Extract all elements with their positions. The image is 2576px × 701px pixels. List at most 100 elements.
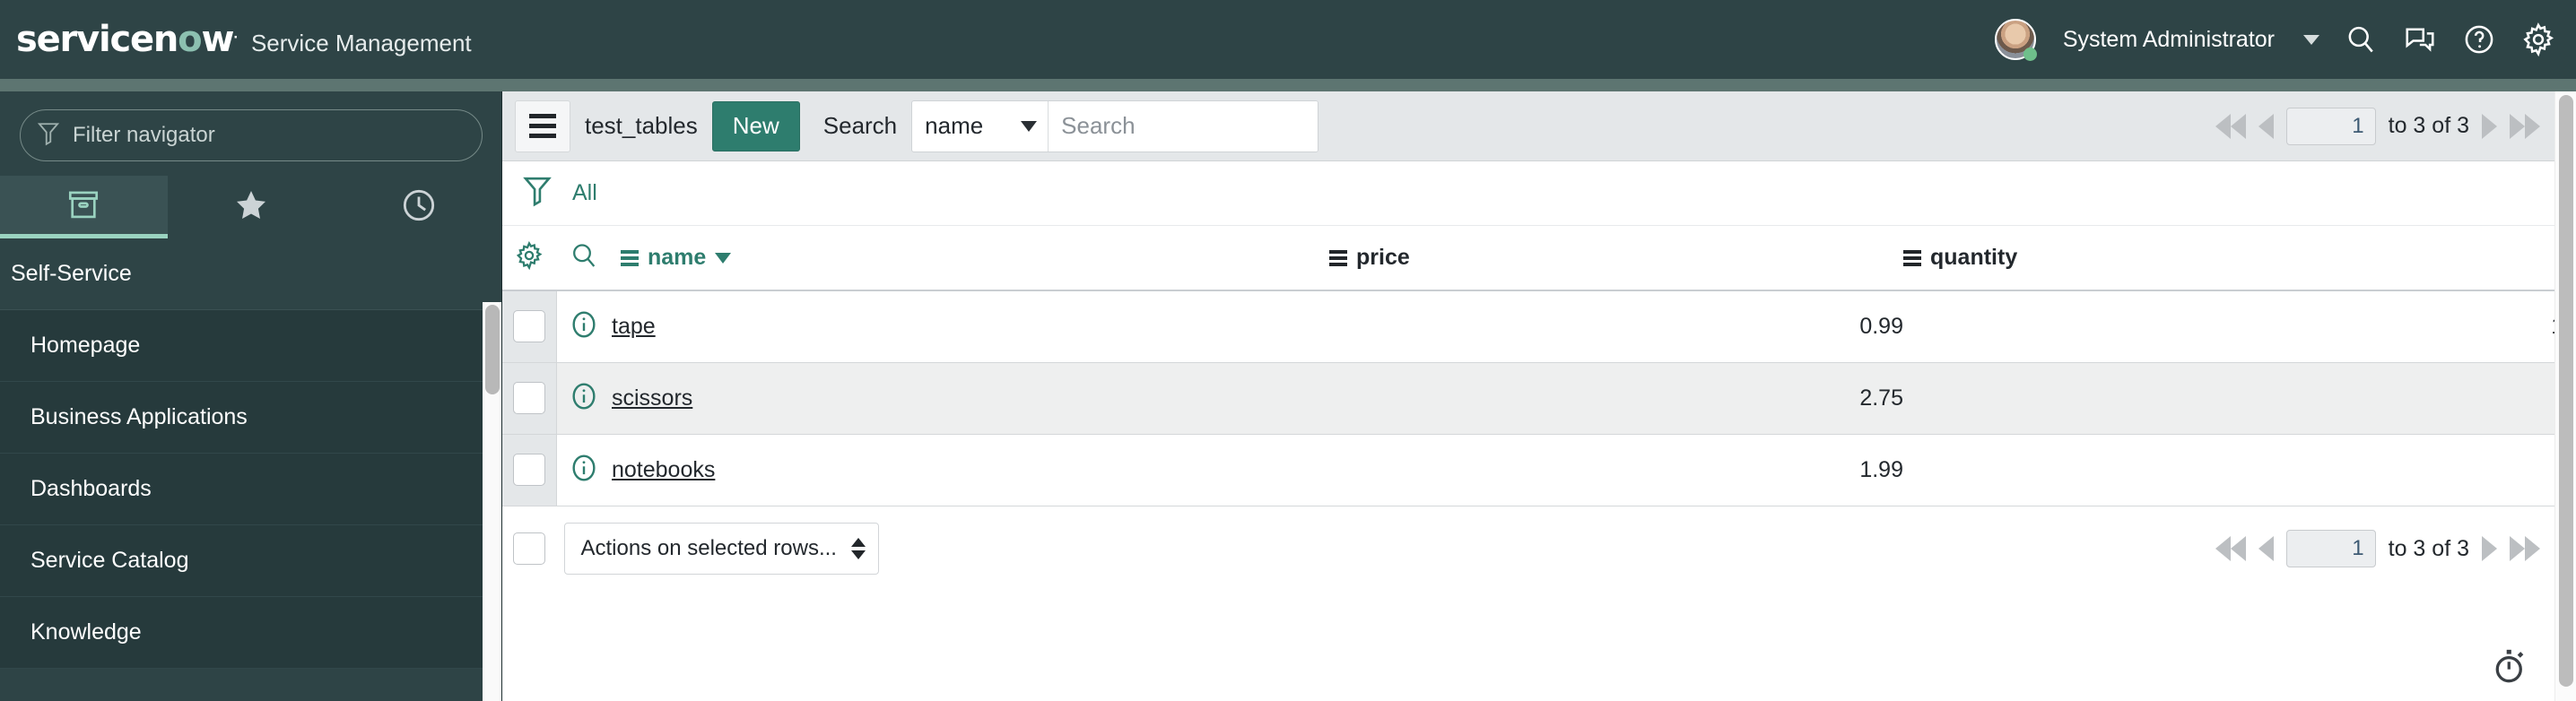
sidebar-item-business-applications[interactable]: Business Applications — [0, 382, 502, 454]
row-checkbox[interactable] — [512, 310, 545, 343]
next-page-button[interactable] — [2482, 113, 2497, 139]
info-icon[interactable] — [569, 382, 599, 415]
column-header-name[interactable]: name — [612, 226, 1329, 291]
history-tab[interactable] — [335, 176, 502, 238]
logo-text-o: o — [178, 19, 202, 60]
actions-on-selected-rows-select[interactable]: Actions on selected rows... — [563, 523, 879, 576]
brand[interactable]: servicenow. Service Management — [16, 22, 472, 57]
column-header-quantity[interactable]: quantity — [1903, 226, 2576, 291]
records-table: name price quantity tape 0.99 scissors 2… — [502, 226, 2576, 592]
chevron-down-icon — [1021, 120, 1038, 132]
previous-page-button[interactable] — [2258, 113, 2274, 139]
row-select-cell — [502, 290, 557, 363]
select-all-checkbox[interactable] — [512, 532, 545, 566]
spinner-arrows-icon — [850, 538, 866, 560]
page-number-input[interactable] — [2285, 107, 2376, 145]
gear-icon[interactable] — [2520, 22, 2556, 57]
hamburger-line — [529, 134, 556, 138]
row-checkbox[interactable] — [512, 454, 545, 486]
logo-text-part1: servicen — [16, 19, 178, 60]
previous-page-button[interactable] — [2258, 536, 2274, 561]
search-group: name — [911, 100, 1319, 152]
row-quantity-cell: 10 — [1903, 290, 2576, 363]
column-header-label: quantity — [1930, 245, 2018, 270]
search-field-select[interactable]: name — [912, 100, 1049, 151]
page-scrollbar[interactable] — [2554, 91, 2576, 701]
row-price-cell: 0.99 — [1329, 290, 1903, 363]
table-body: tape 0.99 10 — [502, 290, 2576, 592]
servicenow-logo[interactable]: servicenow. — [16, 19, 238, 60]
filter-navigator[interactable] — [20, 109, 483, 161]
column-header-label: name — [648, 245, 707, 270]
sidebar-section-self-service[interactable]: Self-Service — [0, 238, 502, 310]
box-icon — [65, 189, 101, 226]
conversations-icon[interactable] — [2402, 22, 2438, 57]
sidebar-tabs — [0, 176, 502, 238]
row-name-cell: scissors — [612, 362, 1329, 435]
search-label: Search — [822, 112, 898, 139]
row-quantity-cell: 5 — [1903, 434, 2576, 506]
logo-text-part2: w — [201, 19, 234, 60]
record-link[interactable]: tape — [612, 314, 656, 339]
column-menu-icon[interactable] — [621, 249, 639, 266]
favorites-tab[interactable] — [168, 176, 335, 238]
breadcrumb: All — [502, 161, 2576, 226]
search-input[interactable] — [1049, 100, 1318, 151]
search-icon[interactable] — [2343, 22, 2379, 57]
help-icon[interactable] — [2461, 22, 2497, 57]
all-applications-tab[interactable] — [0, 176, 168, 238]
funnel-icon[interactable] — [522, 175, 553, 212]
search-icon[interactable] — [570, 241, 598, 274]
chevron-down-icon[interactable] — [2303, 34, 2319, 45]
table-header-row: name price quantity — [502, 226, 2576, 291]
first-page-button[interactable] — [2215, 113, 2246, 139]
row-select-cell — [502, 362, 557, 435]
column-header-label: price — [1356, 245, 1410, 270]
sidebar-item-homepage[interactable]: Homepage — [0, 310, 502, 382]
table-row[interactable]: tape 0.99 10 — [502, 290, 2576, 363]
row-checkbox[interactable] — [512, 382, 545, 414]
new-button[interactable]: New — [711, 100, 800, 151]
personalize-list-cell — [502, 226, 556, 291]
table-footer-row: Actions on selected rows... 1 to 3 of 3 — [502, 506, 2576, 592]
list-context-menu-button[interactable] — [515, 100, 570, 152]
row-price-cell: 1.99 — [1329, 434, 1903, 506]
column-header-price[interactable]: price — [1329, 226, 1903, 291]
sidebar-scrollbar[interactable] — [483, 302, 502, 701]
column-menu-icon[interactable] — [1329, 249, 1347, 266]
avatar[interactable] — [1994, 19, 2037, 61]
sidebar-item-knowledge[interactable]: Knowledge — [0, 597, 502, 669]
filter-navigator-input[interactable] — [73, 123, 413, 148]
sidebar-item-dashboards[interactable]: Dashboards — [0, 454, 502, 525]
list-search-cell — [556, 226, 612, 291]
row-select-cell — [502, 434, 557, 506]
top-header-bar: servicenow. Service Management System Ad… — [0, 0, 2576, 79]
page-number-input[interactable] — [2285, 530, 2376, 567]
breadcrumb-item-all[interactable]: All — [572, 180, 597, 206]
page-scrollbar-thumb[interactable] — [2559, 95, 2573, 687]
servicenow-list-page: servicenow. Service Management System Ad… — [0, 0, 2576, 701]
next-page-button[interactable] — [2482, 536, 2497, 561]
user-name-label[interactable]: System Administrator — [2063, 27, 2275, 53]
table-row[interactable]: scissors 2.75 3 — [502, 362, 2576, 435]
column-menu-icon[interactable] — [1903, 249, 1921, 266]
record-link[interactable]: scissors — [612, 385, 692, 411]
sidebar-item-service-catalog[interactable]: Service Catalog — [0, 525, 502, 597]
left-navigation-panel: Self-Service Homepage Business Applicati… — [0, 91, 502, 701]
stopwatch-icon[interactable] — [2490, 646, 2529, 690]
pagination-range-label: to 3 of 3 — [2388, 113, 2469, 138]
sidebar-scrollbar-thumb[interactable] — [485, 305, 500, 394]
sort-descending-icon — [715, 252, 732, 264]
info-icon[interactable] — [569, 454, 599, 487]
first-page-button[interactable] — [2215, 536, 2246, 561]
row-preview-cell — [556, 362, 612, 435]
table-title: test_tables — [585, 112, 698, 139]
last-page-button[interactable] — [2510, 536, 2540, 561]
record-link[interactable]: notebooks — [612, 457, 715, 482]
table-row[interactable]: notebooks 1.99 5 — [502, 434, 2576, 506]
row-name-cell: tape — [612, 290, 1329, 363]
last-page-button[interactable] — [2510, 113, 2540, 139]
info-icon[interactable] — [569, 311, 599, 343]
row-preview-cell — [556, 434, 612, 506]
gear-icon[interactable] — [515, 240, 544, 274]
